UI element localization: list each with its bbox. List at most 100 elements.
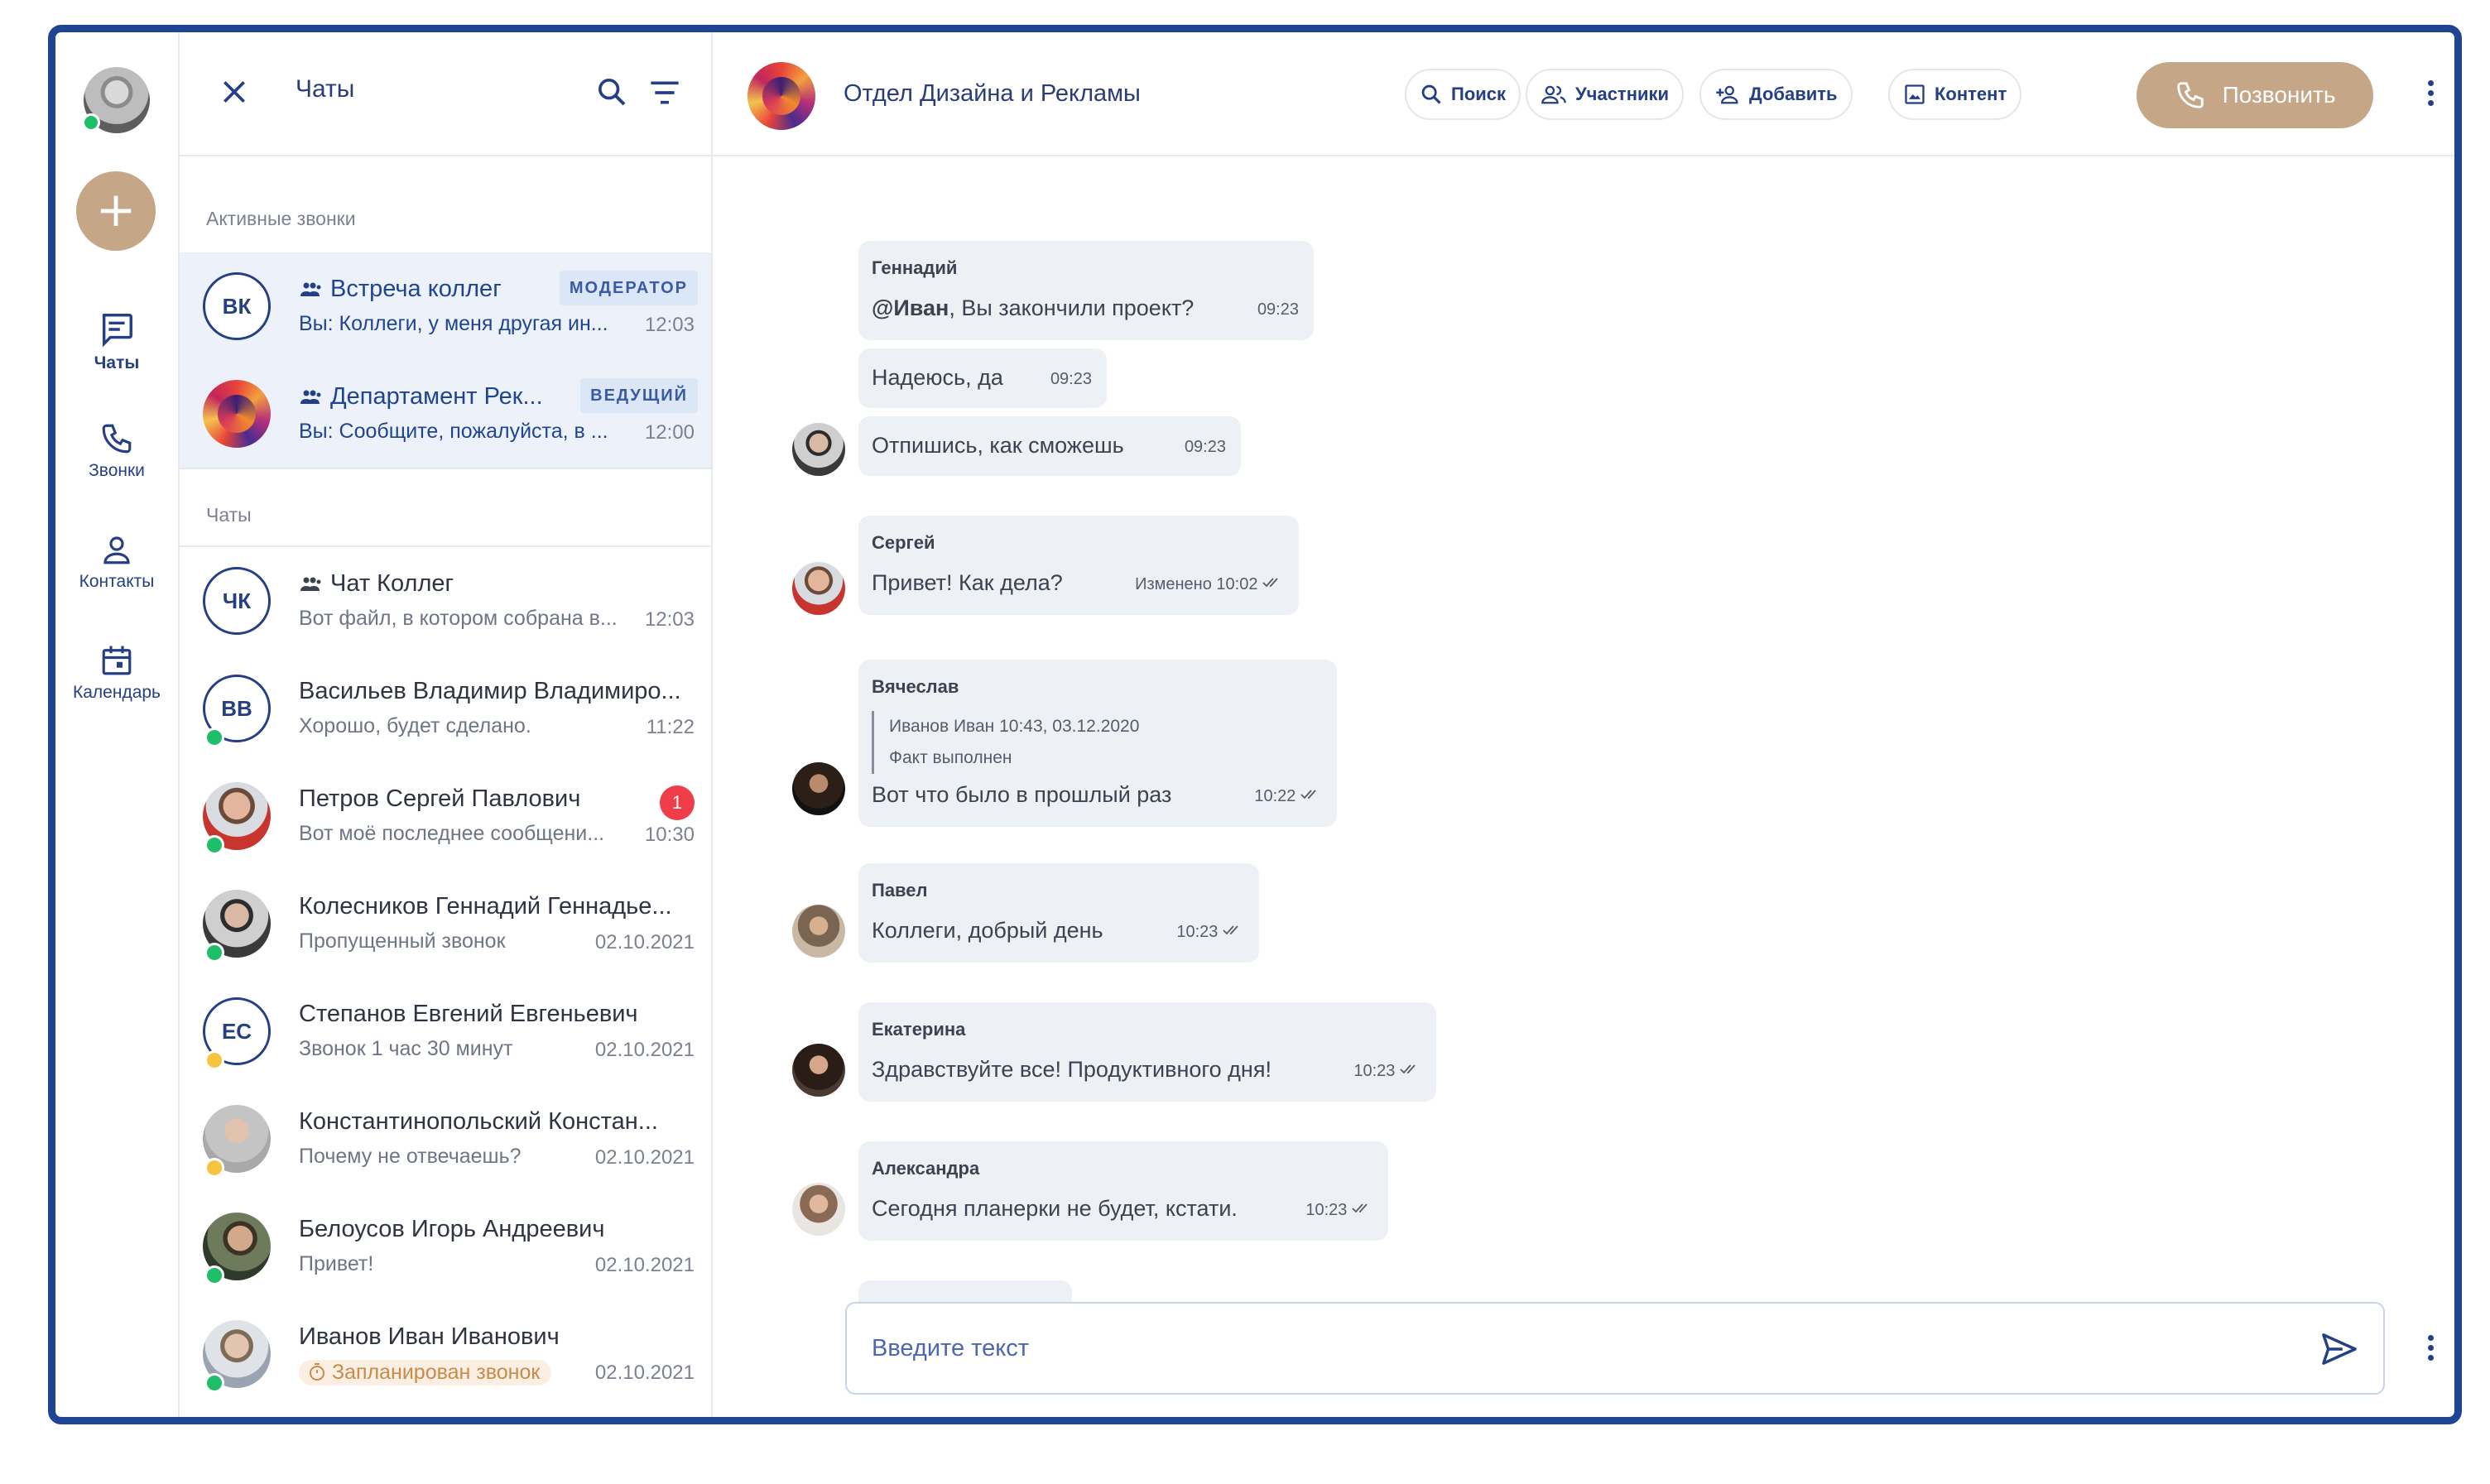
chat-time: 02.10.2021 [594,1362,695,1384]
content-button[interactable]: Контент [1888,69,2022,120]
chat-preview: Вот файл, в котором собрана в... [299,607,618,630]
chat-time: 02.10.2021 [594,1254,695,1276]
message-time: 10:23 [1353,1062,1421,1081]
section-label-active-calls: Активные звонки [206,208,356,229]
avatar: ВК [203,272,271,340]
chat-list-item[interactable]: ВВ Васильев Владимир Владимиро... Хорошо… [180,655,711,762]
nav-item-chats[interactable]: Чаты [55,310,178,373]
timer-icon [310,1363,324,1381]
message-time: 10:23 [1305,1201,1373,1220]
nav-item-contacts[interactable]: Контакты [55,532,178,592]
chat-name: Петров Сергей Павлович [299,785,581,812]
send-icon[interactable] [2320,1332,2358,1366]
close-icon[interactable] [218,75,251,108]
chat-preview: Почему не отвечаешь? [299,1145,522,1168]
chat-list-item[interactable]: Константинопольский Констан... Почему не… [180,1085,711,1193]
scheduled-call-tag: Запланирован звонок [299,1360,552,1386]
chat-time: 02.10.2021 [594,931,695,953]
chat-list-item[interactable]: Белоусов Игорь Андреевич Привет! 02.10.2… [180,1193,711,1300]
message-bubble: Надеюсь, да 09:23 [858,348,1107,408]
role-badge: ВЕДУЩИЙ [580,378,698,413]
message-time: 09:23 [1257,300,1299,319]
online-status-indicator [82,113,100,132]
chat-list-item[interactable]: ЧК Чат Коллег Вот файл, в котором собран… [180,547,711,655]
add-person-icon [1716,85,1738,104]
message-input[interactable] [872,1328,2279,1368]
nav-rail: + Чаты Звонки Контакты Календарь [55,32,180,1417]
message-bubble: Павел Коллеги, добрый день 10:23 [858,863,1259,963]
chat-list-item[interactable]: Колесников Геннадий Геннадье... Пропущен… [180,870,711,977]
message-time: 10:23 [1176,923,1244,942]
chat-header: Отдел Дизайна и Рекламы Поиск Участники … [713,32,2454,156]
message-list: Геннадий @Иван, Вы закончили проект? 09:… [713,158,2454,1310]
chat-time: 11:22 [646,716,695,738]
active-call-item[interactable]: ВК Встреча коллег МОДЕРАТОР Вы: Коллеги,… [180,252,711,360]
message-bubble: Сергей Привет! Как дела? Изменено 10:02 [858,516,1299,615]
chat-name: Чат Коллег [299,570,680,598]
chat-preview: Хорошо, будет сделано. [299,714,531,737]
chat-preview: Запланирован звонок [299,1360,572,1386]
sort-filter-icon[interactable] [648,79,681,107]
chat-preview: Вы: Коллеги, у меня другая ин... [299,312,608,335]
members-button[interactable]: Участники [1526,69,1685,120]
group-icon [300,282,321,297]
read-receipt-icon [1300,790,1316,800]
avatar [792,423,845,476]
away-status-indicator [204,1158,224,1178]
avatar [792,905,845,958]
chat-list-item[interactable]: Петров Сергей Павлович 1 Вот моё последн… [180,762,711,870]
active-call-item[interactable]: Департамент Рек... ВЕДУЩИЙ Вы: Сообщите,… [180,360,711,468]
message-author: Вячеслав [872,676,959,697]
message-author: Павел [872,880,928,900]
chat-list-panel: Чаты Активные звонки ВК Встреча коллег М… [180,32,713,1417]
online-status-indicator [204,835,224,855]
more-options-icon[interactable] [2428,80,2436,110]
read-receipt-icon [1352,1203,1368,1213]
message-bubble: Вячеслав Иванов Иван 10:43, 03.12.2020 Ф… [858,660,1337,827]
composer-more-icon[interactable] [2428,1335,2436,1365]
avatar [792,562,845,615]
chat-preview: Вы: Сообщите, пожалуйста, в ... [299,420,608,443]
message-text: Вот что было в прошлый раз [872,782,1172,807]
chat-time: 10:30 [644,824,695,846]
message-author: Геннадий [872,257,958,278]
chat-list-item[interactable]: ЕС Степанов Евгений Евгеньевич Звонок 1 … [180,977,711,1085]
new-chat-button[interactable]: + [76,171,156,251]
message-time: 09:23 [1184,438,1226,456]
chat-time: 02.10.2021 [594,1039,695,1061]
my-avatar[interactable] [82,67,150,133]
chat-name: Константинопольский Констан... [299,1108,658,1135]
message-time: 09:23 [1050,370,1092,388]
message-time: Изменено 10:02 [1135,575,1284,594]
chat-name: Иванов Иван Иванович [299,1323,560,1350]
phone-icon [2176,82,2204,108]
add-member-button[interactable]: Добавить [1699,69,1853,120]
chat-name: Белоусов Игорь Андреевич [299,1216,605,1242]
unread-badge: 1 [660,785,695,820]
calendar-icon [102,646,132,675]
nav-item-calls[interactable]: Звонки [55,421,178,481]
quote-author: Иванов Иван 10:43, 03.12.2020 [889,717,1140,736]
avatar [792,762,845,815]
message-text: Сегодня планерки не будет, кстати. [872,1196,1238,1221]
search-button[interactable]: Поиск [1405,69,1521,120]
message-text: @Иван, Вы закончили проект? [872,295,1195,320]
chat-list-header: Чаты [180,32,711,156]
chat-name: Степанов Евгений Евгеньевич [299,1001,638,1027]
read-receipt-icon [1400,1064,1416,1074]
avatar [792,1183,845,1236]
message-text: Привет! Как дела? [872,570,1063,595]
chat-time: 12:00 [644,421,695,444]
online-status-indicator [204,1265,224,1285]
avatar: ЧК [203,567,271,635]
chat-time: 12:03 [644,608,695,631]
chat-preview: Пропущенный звонок [299,929,506,953]
chat-preview: Привет! [299,1252,374,1275]
call-button[interactable]: Позвонить [2137,62,2373,128]
chat-list-item[interactable]: Иванов Иван Иванович Запланирован звонок… [180,1300,711,1408]
search-icon[interactable] [595,75,628,108]
nav-item-label: Чаты [94,353,140,372]
nav-item-calendar[interactable]: Календарь [55,643,178,703]
section-label-chats: Чаты [206,504,252,526]
mention[interactable]: @Иван [872,295,949,320]
